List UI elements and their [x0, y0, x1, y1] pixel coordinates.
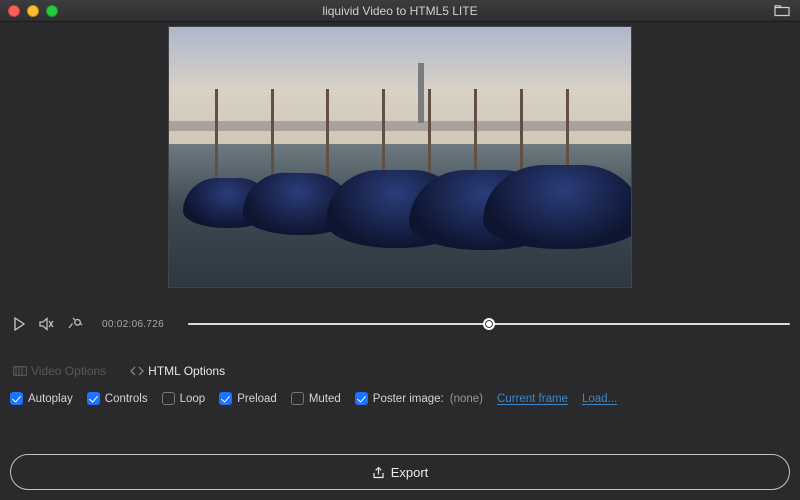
poster-load-link[interactable]: Load... [582, 393, 617, 405]
window-controls [8, 5, 58, 17]
html-options-row: Autoplay Controls Loop Preload Muted Pos… [10, 392, 790, 405]
video-preview[interactable] [168, 26, 632, 288]
checkbox-label: Autoplay [28, 393, 73, 405]
checkbox-label: Preload [237, 393, 277, 405]
option-tabs: Video Options HTML Options [10, 362, 790, 380]
maximize-window-button[interactable] [46, 5, 58, 17]
poster-checkbox[interactable]: Poster image: [355, 392, 444, 405]
settings-button[interactable] [66, 315, 84, 333]
tab-video-options: Video Options [10, 362, 109, 380]
playback-controls: 00:02:06.726 [10, 304, 790, 344]
titlebar: liquivid Video to HTML5 LITE [0, 0, 800, 22]
check-icon [87, 392, 100, 405]
play-button[interactable] [10, 315, 28, 333]
check-icon [10, 392, 23, 405]
check-icon [291, 392, 304, 405]
autoplay-checkbox[interactable]: Autoplay [10, 392, 73, 405]
muted-checkbox[interactable]: Muted [291, 392, 341, 405]
mute-button[interactable] [38, 315, 56, 333]
open-folder-button[interactable] [774, 4, 790, 17]
preload-checkbox[interactable]: Preload [219, 392, 277, 405]
close-window-button[interactable] [8, 5, 20, 17]
check-icon [355, 392, 368, 405]
video-preview-area [0, 26, 800, 296]
poster-value: (none) [450, 393, 483, 405]
check-icon [219, 392, 232, 405]
check-icon [162, 392, 175, 405]
checkbox-label: Muted [309, 393, 341, 405]
checkbox-label: Poster image: [373, 393, 444, 405]
seek-thumb[interactable] [483, 318, 495, 330]
tab-label: HTML Options [148, 364, 225, 378]
export-icon [372, 465, 385, 479]
timecode: 00:02:06.726 [102, 319, 164, 330]
tab-label: Video Options [31, 364, 106, 378]
checkbox-label: Controls [105, 393, 148, 405]
minimize-window-button[interactable] [27, 5, 39, 17]
export-button[interactable]: Export [10, 454, 790, 490]
seek-slider[interactable] [188, 323, 790, 325]
loop-checkbox[interactable]: Loop [162, 392, 206, 405]
window-title: liquivid Video to HTML5 LITE [0, 4, 800, 18]
controls-checkbox[interactable]: Controls [87, 392, 148, 405]
poster-current-frame-link[interactable]: Current frame [497, 393, 568, 405]
tab-html-options[interactable]: HTML Options [127, 362, 228, 380]
export-label: Export [391, 465, 429, 480]
checkbox-label: Loop [180, 393, 206, 405]
